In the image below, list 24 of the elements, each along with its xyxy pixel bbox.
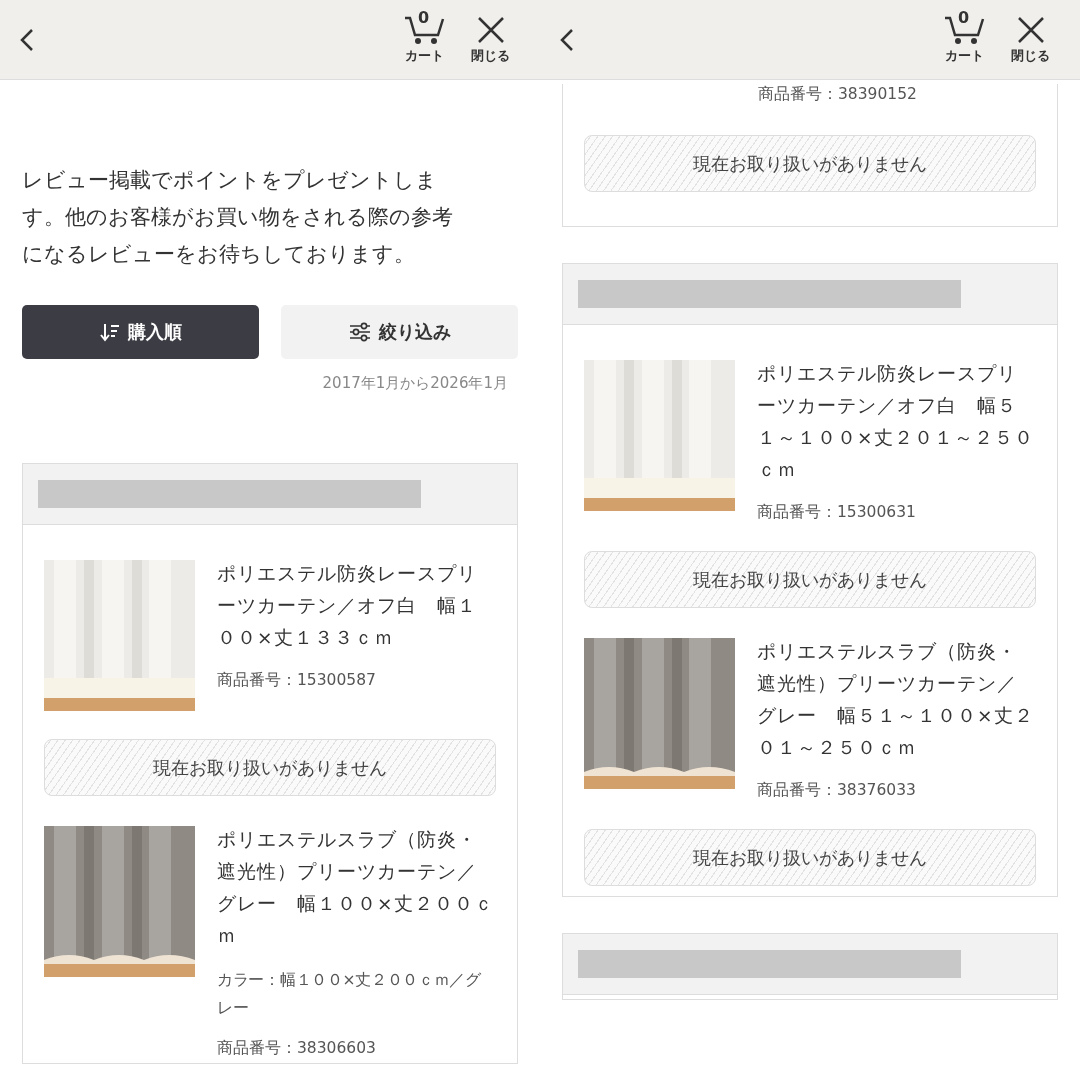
product-code: 商品番号：38376033 <box>757 780 917 801</box>
filter-icon <box>348 322 371 342</box>
close-icon <box>1015 14 1046 45</box>
sort-icon <box>99 322 120 342</box>
sort-button[interactable]: 購入順 <box>22 305 259 359</box>
product-title[interactable]: ポリエステルスラブ（防炎・遮光性）プリーツカーテン／グレー 幅５１～１００×丈２０１～２５０ｃｍ <box>757 636 1036 764</box>
date-range: 2017年1月から2026年1月 <box>321 374 509 393</box>
cart-count: 0 <box>958 8 970 27</box>
filter-button[interactable]: 絞り込み <box>281 305 518 359</box>
close-button[interactable]: 閉じる <box>471 14 510 65</box>
product-code: 商品番号：15300631 <box>757 502 917 523</box>
product-title[interactable]: ポリエステルスラブ（防炎・遮光性）プリーツカーテン／グレー 幅１００×丈２００ｃｍ <box>217 824 496 952</box>
intro-text: レビュー掲載でポイントをプレゼントします。他のお客様がお買い物をされる際の参考になるレビューをお待ちしております。 <box>22 167 454 268</box>
close-button[interactable]: 閉じる <box>1011 14 1050 65</box>
cart-count: 0 <box>418 8 430 27</box>
close-icon <box>475 14 506 45</box>
product-title[interactable]: ポリエステル防炎レースプリーツカーテン／オフ白 幅５１～１００×丈２０１～２５０ｃｍ <box>757 358 1036 486</box>
back-icon <box>560 27 574 52</box>
product-code: 商品番号：38306603 <box>217 1038 377 1059</box>
back-icon <box>20 27 34 52</box>
product-title[interactable]: ポリエステル防炎レースプリーツカーテン／オフ白 幅１００×丈１３３ｃｍ <box>217 558 496 654</box>
product-variant: カラー：幅１００×丈２００ｃｍ／グレー <box>217 970 482 1019</box>
product-code: 商品番号：38390152 <box>758 84 918 105</box>
product-code: 商品番号：15300587 <box>217 670 377 691</box>
